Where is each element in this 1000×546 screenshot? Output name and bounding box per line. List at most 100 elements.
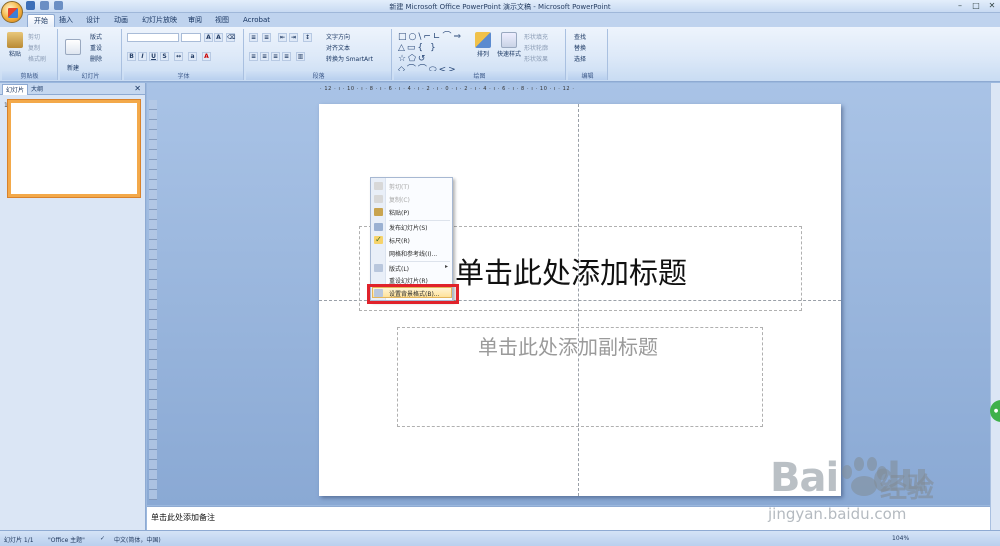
align-center-icon[interactable]: ≡ [260,52,269,61]
find-button[interactable]: 查找 [574,32,586,41]
font-group: A A ⌫ B I U S ↔ a A 字体 [124,29,244,80]
watermark-brand-part1: Bai [770,455,839,501]
slide-count: 幻灯片 1/1 [4,537,34,544]
theme-name: "Office 主题" [48,537,85,544]
paste-label: 粘贴 [8,51,21,58]
minimize-button[interactable]: – [952,0,968,12]
slides-group: 新建 幻灯片 版式 重设 删除 幻灯片 [60,29,122,81]
tab-acrobat[interactable]: Acrobat [237,14,276,27]
align-left-icon[interactable]: ≡ [249,52,258,61]
bullets-icon[interactable]: ≡ [249,33,258,42]
columns-icon[interactable]: ▥ [296,52,305,61]
font-color-icon[interactable]: A [202,52,211,61]
menu-item-cut[interactable]: 剪切(T) [389,182,409,191]
ribbon-tabs: 开始 插入 设计 动画 幻灯片放映 审阅 视图 Acrobat [0,13,1000,27]
paragraph-group-label: 段落 [246,71,391,80]
window-title: 新建 Microsoft Office PowerPoint 演示文稿 - Mi… [389,3,611,11]
office-button[interactable] [1,1,23,23]
strikethrough-icon[interactable]: S [160,52,169,61]
editing-group-label: 编辑 [568,71,607,80]
close-pane-icon[interactable]: ✕ [134,83,141,95]
copy-icon [374,195,383,203]
underline-icon[interactable]: U [149,52,158,61]
delete-button[interactable]: 删除 [90,54,102,63]
clipboard-group-label: 剪贴板 [2,71,57,80]
paste-button[interactable]: 粘贴 [4,32,26,58]
tab-design[interactable]: 设计 [80,14,106,27]
horizontal-ruler: · 12 · ı · 10 · ı · 8 · ı · 6 · ı · 4 · … [320,86,575,92]
quick-styles-button[interactable]: 快速样式 [496,32,522,58]
slides-group-label: 幻灯片 [60,71,121,80]
title-bar: 新建 Microsoft Office PowerPoint 演示文稿 - Mi… [0,0,1000,13]
menu-item-paste[interactable]: 粘贴(P) [389,208,409,217]
quick-styles-label: 快速样式 [496,51,521,58]
tab-home[interactable]: 开始 [27,14,55,27]
copy-button[interactable]: 复制 [28,43,40,52]
status-bar: 幻灯片 1/1 "Office 主题" ✓ 中文(简体，中国) 104% [0,530,1000,546]
shrink-font-icon[interactable]: A [214,33,223,42]
select-button[interactable]: 选择 [574,54,586,63]
menu-item-grid-guides[interactable]: 网格和参考线(I)... [389,249,437,258]
new-slide-icon [65,39,81,55]
tab-animations[interactable]: 动画 [108,14,134,27]
clear-format-icon[interactable]: ⌫ [226,33,235,42]
shape-effects-button[interactable]: 形状效果 [524,54,548,63]
align-text-button[interactable]: 对齐文本 [326,43,350,52]
tab-view[interactable]: 视图 [209,14,235,27]
justify-icon[interactable]: ≡ [282,52,291,61]
shape-outline-button[interactable]: 形状轮廓 [524,43,548,52]
numbering-icon[interactable]: ≡ [262,33,271,42]
menu-item-ruler[interactable]: 标尺(R) [389,236,410,245]
paragraph-group: ≡ ≡ ⇤ ⇥ ↕ 文字方向 对齐文本 转换为 SmartArt ≡ ≡ ≡ ≡… [246,29,392,80]
font-family-select[interactable] [127,33,179,42]
decrease-indent-icon[interactable]: ⇤ [278,33,287,42]
align-right-icon[interactable]: ≡ [271,52,280,61]
increase-indent-icon[interactable]: ⇥ [289,33,298,42]
convert-smartart-button[interactable]: 转换为 SmartArt [326,54,373,63]
font-group-label: 字体 [124,71,243,80]
tab-slides-pane[interactable]: 幻灯片 [2,84,29,95]
menu-item-copy[interactable]: 复制(C) [389,195,410,204]
publish-slides-icon [374,223,383,231]
quick-styles-icon [501,32,517,48]
arrange-button[interactable]: 排列 [472,32,494,58]
zoom-level[interactable]: 104% [892,535,909,542]
slide-thumbnail[interactable] [8,100,140,197]
menu-item-publish-slides[interactable]: 发布幻灯片(S) [389,223,428,232]
notes-placeholder[interactable]: 单击此处添加备注 [151,512,215,523]
paste-icon [7,32,23,48]
layout-icon [374,264,383,272]
change-case-icon[interactable]: a [188,52,197,61]
context-menu: 剪切(T) 复制(C) 粘贴(P) 发布幻灯片(S) ✓ 标尺(R) 网格和参考… [370,177,453,301]
format-painter-button[interactable]: 格式刷 [28,54,46,63]
line-spacing-icon[interactable]: ↕ [303,33,312,42]
reset-button[interactable]: 重设 [90,43,102,52]
language-status[interactable]: 中文(简体，中国) [114,535,161,544]
tab-outline-pane[interactable]: 大纲 [28,84,46,95]
menu-item-layout[interactable]: 版式(L) [389,264,409,273]
spellcheck-icon[interactable]: ✓ [100,535,105,542]
menu-separator [389,261,450,262]
text-direction-button[interactable]: 文字方向 [326,32,350,41]
close-button[interactable]: ✕ [984,0,1000,12]
cut-button[interactable]: 剪切 [28,32,40,41]
replace-button[interactable]: 替换 [574,43,586,52]
paste-icon [374,208,383,216]
vertical-ruler [149,100,157,500]
maximize-button[interactable]: □ [968,0,984,12]
tab-slideshow[interactable]: 幻灯片放映 [136,14,183,27]
shape-fill-button[interactable]: 形状填充 [524,32,548,41]
tab-review[interactable]: 审阅 [182,14,208,27]
vertical-scrollbar[interactable] [990,83,1000,530]
italic-icon[interactable]: I [138,52,147,61]
grow-font-icon[interactable]: A [204,33,213,42]
title-placeholder-text[interactable]: 单击此处添加标题 [455,250,687,292]
shapes-gallery[interactable]: □○\⌐∟⌒⇒ △▭{ }☆⬠↺ ◇⌒⌒⬭<> [398,32,464,75]
tab-insert[interactable]: 插入 [53,14,79,27]
editing-group: 查找 替换 选择 编辑 [568,29,608,80]
font-size-select[interactable] [181,33,201,42]
spacing-icon[interactable]: ↔ [174,52,183,61]
bold-icon[interactable]: B [127,52,136,61]
layout-button[interactable]: 版式 [90,32,102,41]
subtitle-placeholder-text[interactable]: 单击此处添加副标题 [478,331,658,360]
